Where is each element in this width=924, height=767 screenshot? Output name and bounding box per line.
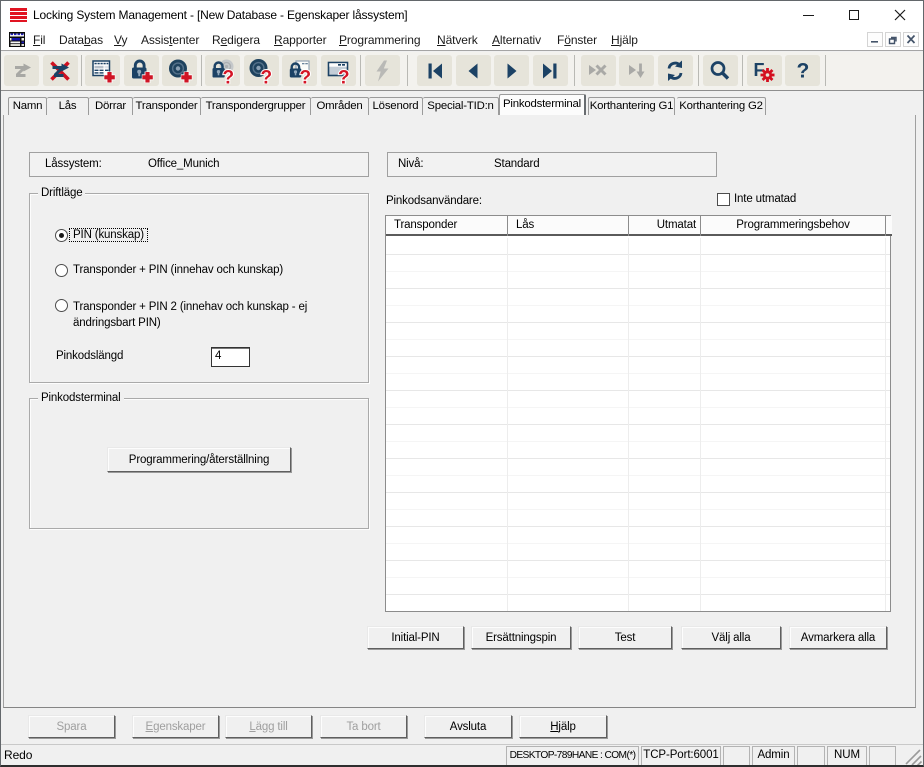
svg-text:?: ? [222,67,234,84]
svg-text:?: ? [338,67,350,84]
svg-text:?: ? [796,59,809,82]
svg-text:?: ? [299,67,311,84]
svg-text:?: ? [261,67,273,84]
